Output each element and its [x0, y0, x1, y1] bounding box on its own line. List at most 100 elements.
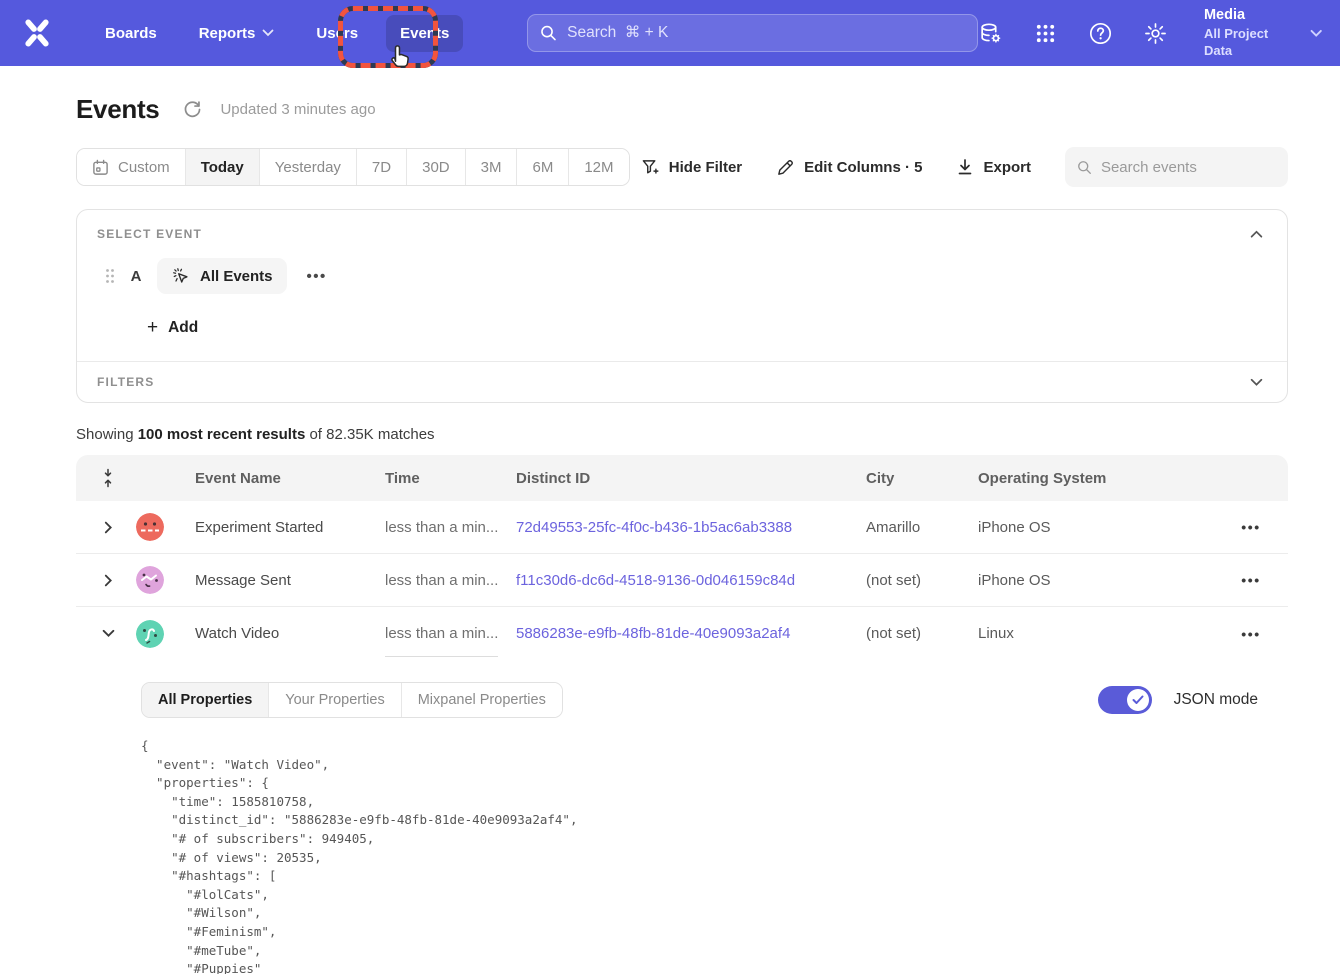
tab-your-properties[interactable]: Your Properties — [269, 683, 401, 717]
col-header-city[interactable]: City — [866, 470, 978, 487]
results-prefix: Showing — [76, 426, 138, 443]
nav-item-reports[interactable]: Reports — [185, 15, 289, 52]
col-header-time[interactable]: Time — [385, 470, 516, 487]
drag-handle-icon[interactable] — [105, 268, 115, 284]
json-mode-toggle[interactable] — [1098, 686, 1152, 714]
event-avatar — [136, 513, 195, 541]
refresh-button[interactable] — [183, 100, 202, 119]
cell-os: Linux — [978, 625, 1214, 642]
nav-item-boards[interactable]: Boards — [91, 15, 171, 52]
expand-row-button[interactable] — [96, 568, 120, 592]
pencil-icon — [776, 158, 795, 177]
event-avatar — [136, 620, 195, 648]
edit-columns-label: Edit Columns · 5 — [804, 159, 922, 176]
event-selector-chip[interactable]: All Events — [157, 258, 287, 294]
collapse-row-button[interactable] — [96, 622, 120, 646]
apps-grid-icon[interactable] — [1033, 20, 1058, 46]
col-header-event-name[interactable]: Event Name — [195, 470, 385, 487]
date-range-3m[interactable]: 3M — [466, 149, 518, 185]
global-search[interactable] — [527, 14, 978, 52]
calendar-icon — [92, 159, 109, 176]
date-range-7d[interactable]: 7D — [357, 149, 407, 185]
event-json-viewer[interactable]: { "event": "Watch Video", "properties": … — [141, 737, 1268, 974]
search-events-input[interactable] — [1101, 159, 1276, 176]
distinct-id-link[interactable]: f11c30d6-dc6d-4518-9136-0d046159c84d — [516, 572, 795, 589]
date-range-label: 7D — [372, 159, 391, 176]
date-range-custom[interactable]: Custom — [77, 149, 186, 185]
event-detail-panel: All Properties Your Properties Mixpanel … — [76, 660, 1288, 974]
events-table: Event Name Time Distinct ID City Operati… — [76, 455, 1288, 974]
nav-items: Boards Reports Users Events — [91, 15, 463, 52]
cell-city: (not set) — [866, 625, 978, 642]
main-content: Events Updated 3 minutes ago Custom Toda… — [0, 66, 1340, 974]
project-scope: All Project Data — [1204, 26, 1296, 60]
chevron-up-icon — [1250, 230, 1263, 239]
chevron-down-icon — [1250, 378, 1263, 387]
table-row[interactable]: Experiment Started less than a min... 72… — [76, 501, 1288, 554]
event-options-button[interactable]: ••• — [301, 264, 333, 289]
event-row: A All Events •• — [97, 258, 1267, 294]
table-row-expanded[interactable]: Watch Video less than a min... 5886283e-… — [76, 607, 1288, 660]
refresh-icon — [183, 100, 202, 119]
date-range-12m[interactable]: 12M — [569, 149, 628, 185]
select-event-label: SELECT EVENT — [97, 227, 202, 241]
date-range-label: 6M — [532, 159, 553, 176]
project-switcher-text: Media All Project Data — [1204, 6, 1296, 59]
distinct-id-link[interactable]: 5886283e-e9fb-48fb-81de-40e9093a2af4 — [516, 625, 790, 642]
cell-os: iPhone OS — [978, 572, 1214, 589]
query-builder-card: SELECT EVENT A — [76, 209, 1288, 403]
tab-mixpanel-properties[interactable]: Mixpanel Properties — [402, 683, 562, 717]
chevron-down-icon — [1310, 29, 1322, 38]
cell-city: Amarillo — [866, 519, 978, 536]
date-range-30d[interactable]: 30D — [407, 149, 466, 185]
results-suffix: of 82.35K matches — [305, 426, 434, 443]
filters-section[interactable]: FILTERS — [77, 362, 1287, 402]
project-name: Media — [1204, 6, 1296, 26]
tab-label: Your Properties — [285, 692, 384, 708]
cell-event-name: Experiment Started — [195, 519, 385, 536]
global-search-input[interactable] — [567, 24, 965, 42]
date-range-today[interactable]: Today — [186, 149, 260, 185]
expand-filters-button[interactable] — [1246, 376, 1267, 389]
tab-label: Mixpanel Properties — [418, 692, 546, 708]
collapse-section-button[interactable] — [1246, 228, 1267, 241]
settings-gear-icon[interactable] — [1143, 20, 1168, 46]
table-row[interactable]: Message Sent less than a min... f11c30d6… — [76, 554, 1288, 607]
event-row-letter: A — [129, 268, 143, 285]
export-label: Export — [983, 159, 1031, 176]
nav-item-label: Users — [316, 25, 358, 42]
hide-filter-label: Hide Filter — [669, 159, 742, 176]
edit-columns-button[interactable]: Edit Columns · 5 — [776, 158, 922, 177]
date-range-6m[interactable]: 6M — [517, 149, 569, 185]
nav-item-label: Events — [400, 25, 449, 42]
tab-all-properties[interactable]: All Properties — [142, 683, 269, 717]
chevron-down-icon — [262, 29, 274, 37]
cell-event-name: Message Sent — [195, 572, 385, 589]
data-management-icon[interactable] — [978, 20, 1003, 46]
add-event-button[interactable]: + Add — [147, 318, 1267, 337]
filter-funnel-icon — [641, 158, 660, 177]
row-menu-button[interactable]: ••• — [1214, 626, 1288, 642]
date-range-label: 3M — [481, 159, 502, 176]
help-icon[interactable] — [1088, 20, 1113, 46]
expand-row-button[interactable] — [96, 515, 120, 539]
date-range-label: Today — [201, 159, 244, 176]
date-range-label: Yesterday — [275, 159, 341, 176]
collapse-all-button[interactable] — [96, 466, 120, 490]
search-events-box[interactable] — [1065, 147, 1288, 187]
export-button[interactable]: Export — [956, 158, 1031, 176]
date-range-yesterday[interactable]: Yesterday — [260, 149, 357, 185]
nav-item-users[interactable]: Users — [302, 15, 372, 52]
col-header-distinct-id[interactable]: Distinct ID — [516, 470, 866, 487]
nav-item-events[interactable]: Events — [386, 15, 463, 52]
mixpanel-logo[interactable] — [18, 13, 55, 53]
distinct-id-link[interactable]: 72d49553-25fc-4f0c-b436-1b5ac6ab3388 — [516, 519, 792, 536]
project-switcher[interactable]: Media All Project Data — [1204, 6, 1322, 59]
plus-icon: + — [147, 318, 158, 337]
hide-filter-button[interactable]: Hide Filter — [641, 158, 742, 177]
row-menu-button[interactable]: ••• — [1214, 572, 1288, 588]
row-menu-button[interactable]: ••• — [1214, 519, 1288, 535]
col-header-os[interactable]: Operating System — [978, 470, 1214, 487]
date-range-label: Custom — [118, 159, 170, 176]
results-count: 100 most recent results — [138, 426, 306, 443]
